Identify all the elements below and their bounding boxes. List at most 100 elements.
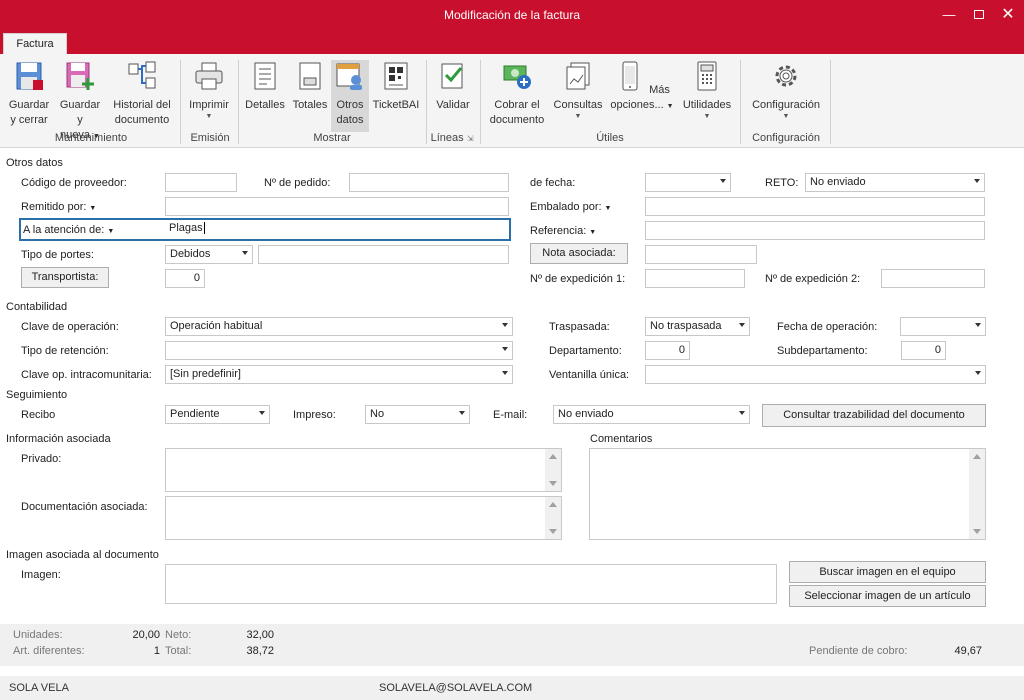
- seleccionar-imagen-button[interactable]: Seleccionar imagen de un artículo: [789, 585, 986, 607]
- consultas-button[interactable]: Consultas ▼: [550, 60, 606, 121]
- window-title: Modificación de la factura: [443, 8, 581, 22]
- scrollbar[interactable]: [545, 449, 561, 491]
- recibo-select[interactable]: Pendiente: [165, 405, 270, 424]
- tipo-retencion-select[interactable]: [165, 341, 513, 360]
- calculator-icon: [697, 61, 717, 91]
- comentarios-textarea[interactable]: [589, 448, 986, 540]
- detalles-button[interactable]: Detalles: [243, 60, 287, 113]
- n-expedicion-1-input[interactable]: [645, 269, 745, 288]
- clave-operacion-label: Clave de operación:: [21, 321, 119, 333]
- ribbon-separator: [238, 60, 239, 144]
- clave-operacion-value: Operación habitual: [170, 320, 263, 332]
- guardar-cerrar-button[interactable]: Guardar y cerrar: [6, 60, 52, 128]
- scroll-down-icon[interactable]: [973, 529, 981, 534]
- mas-opciones-button[interactable]: Más opciones... ▼: [608, 60, 676, 114]
- chevron-down-icon: [259, 411, 265, 415]
- save-new-icon: [66, 62, 94, 90]
- a-la-atencion-label[interactable]: A la atención de: ▼: [23, 224, 114, 236]
- totales-button[interactable]: Totales: [290, 60, 330, 113]
- cobrar-button[interactable]: Cobrar el documento: [486, 60, 548, 128]
- utilidades-label: Utilidades: [682, 99, 732, 111]
- chevron-down-icon: ▼: [205, 113, 213, 120]
- n-pedido-input[interactable]: [349, 173, 509, 192]
- codigo-proveedor-input[interactable]: [165, 173, 237, 192]
- historial-button[interactable]: Historial del documento: [108, 60, 176, 128]
- embalado-por-text: Embalado por:: [530, 201, 602, 213]
- scroll-up-icon[interactable]: [549, 502, 557, 507]
- n-expedicion-2-label: Nº de expedición 2:: [765, 273, 861, 285]
- a-la-atencion-input[interactable]: Plagas: [165, 220, 509, 239]
- de-fecha-select[interactable]: [645, 173, 731, 192]
- group-emision: Emisión: [190, 132, 230, 144]
- cobrar-line2: documento: [489, 114, 545, 126]
- imprimir-label: Imprimir: [189, 99, 229, 111]
- scroll-up-icon[interactable]: [973, 454, 981, 459]
- minimize-icon[interactable]: —: [935, 4, 963, 26]
- chevron-down-icon: [975, 323, 981, 327]
- transportista-input[interactable]: 0: [165, 269, 205, 288]
- referencia-label[interactable]: Referencia: ▼: [530, 225, 596, 237]
- title-bar: Modificación de la factura — ✕: [0, 0, 1024, 32]
- imagen-area[interactable]: [165, 564, 777, 604]
- documentacion-textarea[interactable]: [165, 496, 562, 540]
- reto-select[interactable]: No enviado: [805, 173, 985, 192]
- scroll-down-icon[interactable]: [549, 529, 557, 534]
- embalado-por-input[interactable]: [645, 197, 985, 216]
- mas-opciones-line2: opciones...: [610, 99, 664, 111]
- scrollbar[interactable]: [545, 497, 561, 539]
- ventanilla-unica-select[interactable]: [645, 365, 986, 384]
- validar-button[interactable]: Validar: [432, 60, 474, 113]
- impreso-select[interactable]: No: [365, 405, 470, 424]
- section-seguimiento: Seguimiento: [6, 389, 68, 401]
- ribbon-separator: [830, 60, 831, 144]
- totals-panel: Unidades: 20,00 Art. diferentes: 1 Neto:…: [0, 624, 1024, 666]
- buscar-imagen-button[interactable]: Buscar imagen en el equipo: [789, 561, 986, 583]
- pendiente-cobro-value: 49,67: [954, 645, 982, 657]
- clave-operacion-select[interactable]: Operación habitual: [165, 317, 513, 336]
- scroll-up-icon[interactable]: [549, 454, 557, 459]
- group-utiles: Útiles: [596, 132, 624, 144]
- tipo-portes-select[interactable]: Debidos: [165, 245, 253, 264]
- dialog-launcher-icon[interactable]: ⇲: [467, 134, 474, 143]
- traspasada-label: Traspasada:: [549, 321, 610, 333]
- remitido-por-label[interactable]: Remitido por: ▼: [21, 201, 96, 213]
- impreso-label: Impreso:: [293, 409, 336, 421]
- referencia-input[interactable]: [645, 221, 985, 240]
- clave-intracomunitaria-select[interactable]: [Sin predefinir]: [165, 365, 513, 384]
- nota-asociada-button[interactable]: Nota asociada:: [530, 243, 628, 264]
- otros-datos-button[interactable]: Otros datos: [331, 60, 369, 132]
- close-icon[interactable]: ✕: [994, 4, 1022, 26]
- subdepartamento-input[interactable]: 0: [901, 341, 946, 360]
- chevron-down-icon: [974, 179, 980, 183]
- ticketbai-button[interactable]: TicketBAI: [371, 60, 421, 113]
- tipo-portes-extra-input[interactable]: [258, 245, 509, 264]
- chevron-down-icon: [720, 179, 726, 183]
- tab-factura[interactable]: Factura: [3, 33, 67, 54]
- nota-asociada-input[interactable]: [645, 245, 757, 264]
- remitido-por-input[interactable]: [165, 197, 509, 216]
- transportista-button[interactable]: Transportista:: [21, 267, 109, 288]
- consultar-trazabilidad-button[interactable]: Consultar trazabilidad del documento: [762, 404, 986, 427]
- configuracion-button[interactable]: Configuración ▼: [746, 60, 826, 121]
- imprimir-button[interactable]: Imprimir ▼: [186, 60, 232, 121]
- privado-label: Privado:: [21, 453, 62, 465]
- email-value: No enviado: [558, 408, 614, 420]
- scrollbar[interactable]: [969, 449, 985, 539]
- maximize-icon[interactable]: [965, 4, 993, 26]
- validate-icon: [441, 63, 463, 89]
- utilidades-button[interactable]: Utilidades ▼: [678, 60, 736, 121]
- ribbon-separator: [480, 60, 481, 144]
- embalado-por-label[interactable]: Embalado por: ▼: [530, 201, 611, 213]
- pendiente-cobro-label: Pendiente de cobro:: [809, 645, 908, 657]
- chevron-down-icon: ▼: [782, 113, 790, 120]
- traspasada-select[interactable]: No traspasada: [645, 317, 750, 336]
- chevron-down-icon: [502, 347, 508, 351]
- email-select[interactable]: No enviado: [553, 405, 750, 424]
- fecha-operacion-select[interactable]: [900, 317, 986, 336]
- departamento-input[interactable]: 0: [645, 341, 690, 360]
- n-expedicion-2-input[interactable]: [881, 269, 985, 288]
- privado-textarea[interactable]: [165, 448, 562, 492]
- detalles-label: Detalles: [245, 99, 285, 111]
- history-icon: [128, 61, 156, 89]
- scroll-down-icon[interactable]: [549, 481, 557, 486]
